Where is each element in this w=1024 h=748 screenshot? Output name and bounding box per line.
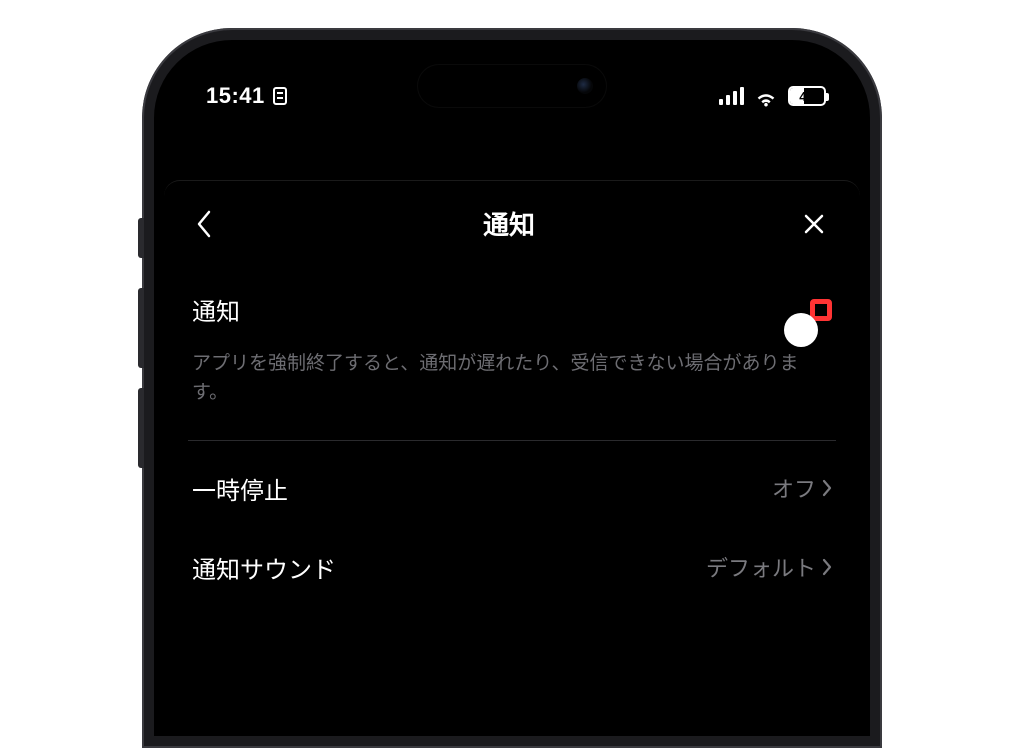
- sound-value-group: デフォルト: [706, 551, 832, 583]
- pause-row[interactable]: 一時停止 オフ: [164, 449, 860, 528]
- notifications-toggle-row: 通知: [164, 270, 860, 349]
- settings-sheet: 通知 通知 アプリを強制終了すると、通知が遅れたり、受信できない場合があります。…: [164, 180, 860, 736]
- dynamic-island: [417, 64, 607, 108]
- phone-screen: 15:41 42 通知: [154, 40, 870, 736]
- pause-label: 一時停止: [192, 471, 288, 506]
- side-volume-up: [138, 288, 144, 368]
- highlight-box: [810, 299, 832, 321]
- back-button[interactable]: [186, 206, 222, 242]
- divider: [188, 440, 836, 441]
- sound-value: デフォルト: [706, 551, 816, 583]
- dual-sim-icon: [273, 87, 287, 105]
- chevron-right-icon: [822, 558, 832, 576]
- notifications-description: アプリを強制終了すると、通知が遅れたり、受信できない場合があります。: [164, 349, 860, 432]
- sheet-header: 通知: [164, 181, 860, 270]
- sound-label: 通知サウンド: [192, 550, 336, 585]
- sheet-title: 通知: [222, 205, 796, 242]
- pause-value: オフ: [772, 472, 816, 504]
- toggle-knob: [784, 313, 818, 347]
- sound-row[interactable]: 通知サウンド デフォルト: [164, 528, 860, 607]
- status-right: 42: [719, 86, 826, 106]
- battery-level: 42: [790, 89, 824, 104]
- close-button[interactable]: [796, 206, 832, 242]
- chevron-right-icon: [822, 479, 832, 497]
- battery-icon: 42: [788, 86, 826, 106]
- side-volume-down: [138, 388, 144, 468]
- pause-value-group: オフ: [772, 472, 832, 504]
- cellular-signal-icon: [719, 87, 744, 105]
- wifi-icon: [754, 87, 778, 105]
- phone-frame: 15:41 42 通知: [142, 28, 882, 748]
- notifications-label: 通知: [192, 292, 240, 327]
- side-silence-switch: [138, 218, 144, 258]
- status-time: 15:41: [206, 83, 265, 109]
- status-left: 15:41: [206, 83, 287, 109]
